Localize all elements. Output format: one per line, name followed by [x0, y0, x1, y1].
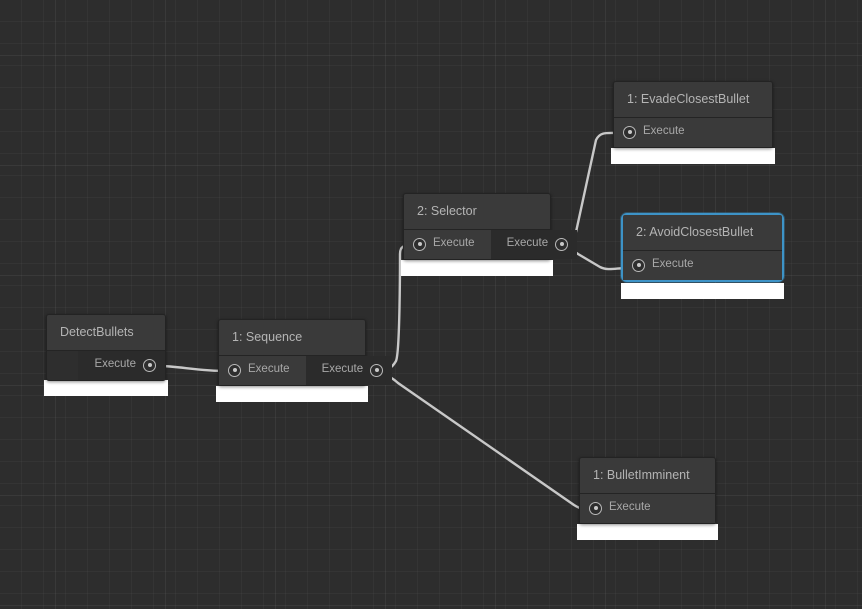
edge-sequence-to-bullet-imminent[interactable]	[360, 369, 594, 511]
node-sequence[interactable]: 1: Sequence Execute Execute	[218, 319, 393, 386]
input-port-label: Execute	[643, 125, 685, 138]
port-dot-icon[interactable]	[555, 237, 569, 251]
node-ports-sequence: Execute Execute	[219, 355, 393, 385]
port-dot-icon[interactable]	[413, 237, 426, 251]
input-port-label: Execute	[652, 258, 694, 271]
port-dot-icon[interactable]	[228, 363, 241, 377]
graph-canvas[interactable]: DetectBullets Execute 1: Sequence Execute Ex…	[0, 0, 862, 609]
output-port-label: Execute	[321, 363, 364, 376]
output-port-selector[interactable]: Execute	[490, 229, 578, 259]
node-title-avoid-closest-bullet: 2: AvoidClosestBullet	[623, 215, 782, 251]
node-ports-detect-bullets: Execute	[47, 350, 165, 380]
node-ports-bullet-imminent: Execute	[580, 493, 715, 523]
node-footer-bar-selector	[401, 260, 553, 276]
node-selector[interactable]: 2: Selector Execute Execute	[403, 193, 578, 260]
node-footer-bar-bullet-imminent	[577, 524, 718, 540]
port-dot-icon[interactable]	[370, 363, 384, 377]
output-port-sequence[interactable]: Execute	[305, 355, 393, 385]
port-dot-icon[interactable]	[589, 501, 602, 515]
input-port-bullet-imminent[interactable]: Execute	[580, 493, 715, 523]
node-ports-selector: Execute Execute	[404, 229, 578, 259]
port-dot-icon[interactable]	[143, 358, 156, 372]
node-footer-bar-avoid-closest-bullet	[621, 283, 784, 299]
input-port-avoid-closest-bullet[interactable]: Execute	[623, 250, 782, 280]
node-avoid-closest-bullet[interactable]: 2: AvoidClosestBullet Execute	[621, 213, 784, 282]
node-evade-closest-bullet[interactable]: 1: EvadeClosestBullet Execute	[613, 81, 773, 148]
output-port-detect-bullets[interactable]: Execute	[78, 350, 165, 380]
input-port-sequence[interactable]: Execute	[219, 355, 306, 385]
node-title-sequence: 1: Sequence	[219, 320, 365, 356]
input-port-label: Execute	[248, 363, 290, 376]
node-title-detect-bullets: DetectBullets	[47, 315, 165, 351]
input-port-label: Execute	[433, 237, 475, 250]
node-bullet-imminent[interactable]: 1: BulletImminent Execute	[579, 457, 716, 524]
node-footer-bar-detect-bullets	[44, 380, 168, 396]
input-port-selector[interactable]: Execute	[404, 229, 491, 259]
input-port-evade-closest-bullet[interactable]: Execute	[614, 117, 772, 147]
node-title-selector: 2: Selector	[404, 194, 550, 230]
node-title-bullet-imminent: 1: BulletImminent	[580, 458, 715, 494]
port-dot-icon[interactable]	[632, 258, 645, 272]
node-footer-bar-evade-closest-bullet	[611, 148, 775, 164]
output-port-label: Execute	[94, 358, 136, 371]
port-dot-icon[interactable]	[623, 125, 636, 139]
node-detect-bullets[interactable]: DetectBullets Execute	[46, 314, 166, 381]
output-port-label: Execute	[506, 237, 549, 250]
input-port-label: Execute	[609, 501, 651, 514]
node-footer-bar-sequence	[216, 386, 368, 402]
node-title-evade-closest-bullet: 1: EvadeClosestBullet	[614, 82, 772, 118]
node-ports-avoid-closest-bullet: Execute	[623, 250, 782, 280]
node-ports-evade-closest-bullet: Execute	[614, 117, 772, 147]
edge-selector-to-evade[interactable]	[545, 131, 618, 247]
